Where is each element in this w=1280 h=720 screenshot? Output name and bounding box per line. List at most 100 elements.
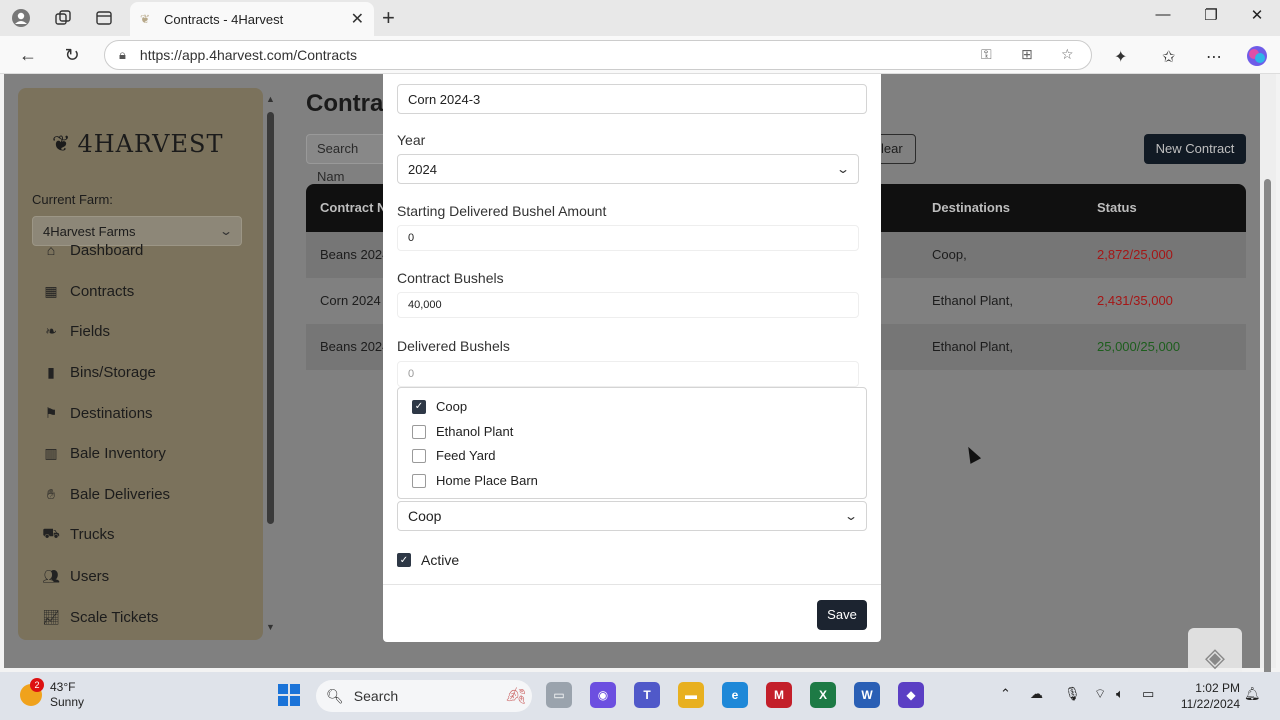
wifi-icon[interactable]: ⌔: [1094, 686, 1106, 702]
column-contract-name[interactable]: Contract N: [320, 200, 386, 215]
starting-bushel-value: 0: [408, 232, 415, 244]
contract-bushels-field[interactable]: 40,000: [397, 292, 859, 318]
sidebar-item-contracts[interactable]: ▦ Contracts: [40, 279, 134, 303]
destination-option-home-place-barn[interactable]: Home Place Barn: [412, 473, 538, 488]
destination-option-feed-yard[interactable]: Feed Yard: [412, 448, 496, 463]
excel-icon[interactable]: X: [810, 682, 836, 708]
checkbox-checked-icon[interactable]: ✓: [397, 553, 411, 567]
scroll-up-icon[interactable]: ▲: [266, 94, 275, 104]
starting-bushel-label: Starting Delivered Bushel Amount: [397, 203, 607, 219]
word-icon[interactable]: W: [854, 682, 880, 708]
url-field[interactable]: 🔒︎ https://app.4harvest.com/Contracts ⚿ …: [104, 40, 1092, 70]
starting-bushel-field[interactable]: 0: [397, 225, 859, 251]
page-content: ❦ 4HARVEST Current Farm: 4Harvest Farms …: [4, 74, 1260, 668]
sidebar-item-label: Bale Deliveries: [70, 485, 171, 503]
active-checkbox-row[interactable]: ✓ Active: [397, 552, 459, 568]
show-hidden-icons-icon[interactable]: ⌃: [1000, 686, 1011, 702]
taskbar-search[interactable]: 🔍︎ Search 🍂︎: [316, 680, 532, 712]
close-window-icon[interactable]: ✕: [1242, 6, 1272, 24]
close-tab-icon[interactable]: ✕: [351, 9, 364, 29]
autumn-leaves-icon: 🍂︎: [505, 688, 526, 705]
row-contract-name: Beans 2024: [320, 247, 390, 262]
checkbox-unchecked-icon[interactable]: [412, 448, 426, 463]
refresh-icon[interactable]: ↻: [60, 44, 84, 66]
task-view-icon[interactable]: ▭: [546, 682, 572, 708]
sidebar-item-users[interactable]: 👥︎ Users: [40, 564, 109, 588]
clear-button[interactable]: lear: [876, 134, 916, 164]
checkbox-unchecked-icon[interactable]: [412, 473, 426, 488]
sidebar-item-label: Scale Tickets: [70, 608, 159, 626]
mcafee-icon[interactable]: M: [766, 682, 792, 708]
extensions-icon[interactable]: ✦: [1114, 47, 1127, 67]
new-contract-button[interactable]: New Contract: [1144, 134, 1246, 164]
destinations-select[interactable]: Coop ⌄: [397, 501, 867, 531]
destination-option-ethanol-plant[interactable]: Ethanol Plant: [412, 424, 513, 439]
more-menu-icon[interactable]: ⋯: [1206, 47, 1222, 67]
modal-footer-divider: [383, 584, 881, 585]
sidebar-item-scale-tickets[interactable]: 📈︎ Scale Tickets: [40, 605, 158, 629]
sidebar-item-destinations[interactable]: ⚑ Destinations: [40, 401, 153, 425]
restore-icon[interactable]: ❐: [1196, 6, 1226, 24]
sidebar-item-fields[interactable]: ❧ Fields: [40, 319, 110, 343]
screen-recorder-icon[interactable]: ◆: [898, 682, 924, 708]
volume-icon[interactable]: 🔈︎: [1116, 686, 1124, 702]
current-farm-label: Current Farm:: [32, 192, 113, 207]
clock[interactable]: 1:02 PM 11/22/2024: [1176, 680, 1240, 712]
profile-icon[interactable]: [8, 6, 34, 30]
weather-widget[interactable]: 2 43°F Sunny: [20, 678, 84, 710]
file-explorer-icon[interactable]: ▬: [678, 682, 704, 708]
back-icon[interactable]: ←: [16, 44, 40, 66]
favorites-icon[interactable]: ✩: [1162, 47, 1175, 67]
scroll-down-icon[interactable]: ▼: [266, 622, 275, 632]
contract-name-value: Corn 2024-3: [408, 91, 481, 107]
column-status[interactable]: Status: [1097, 200, 1137, 215]
copilot-icon[interactable]: [1246, 45, 1268, 72]
microphone-icon[interactable]: 🎙︎: [1064, 686, 1081, 702]
sidebar-item-trucks[interactable]: ⛟ Trucks: [40, 522, 114, 546]
contract-name-field[interactable]: Corn 2024-3: [397, 84, 867, 114]
sidebar-item-bale-deliveries[interactable]: ✋︎ Bale Deliveries: [40, 482, 170, 506]
delivered-bushels-field[interactable]: 0: [397, 361, 859, 387]
start-button[interactable]: [278, 684, 300, 706]
checkbox-checked-icon[interactable]: ✓: [412, 399, 426, 414]
notifications-bell-icon[interactable]: 🔔︎: [1244, 686, 1261, 702]
building-icon: ▥: [44, 444, 58, 461]
destinations-dropdown-list: ✓ Coop Ethanol Plant Feed Yard Home Plac…: [397, 387, 867, 499]
edge-icon[interactable]: e: [722, 682, 748, 708]
sidebar-scroll-thumb[interactable]: [267, 112, 274, 524]
sidebar-item-dashboard[interactable]: ⌂ Dashboard: [40, 238, 144, 262]
sidebar-item-label: Fields: [70, 322, 111, 340]
teams-icon[interactable]: T: [634, 682, 660, 708]
year-value: 2024: [408, 161, 437, 177]
sidebar-item-label: Destinations: [70, 404, 153, 422]
row-contract-name: Corn 2024: [320, 293, 381, 308]
sidebar-scrollbar[interactable]: ▲ ▼: [264, 92, 278, 634]
battery-icon[interactable]: ▭: [1142, 686, 1154, 702]
page-scrollbar[interactable]: [1260, 74, 1276, 719]
minimize-icon[interactable]: —: [1148, 6, 1178, 23]
sidebar-item-bale-inventory[interactable]: ▥ Bale Inventory: [40, 441, 166, 465]
save-button[interactable]: Save: [817, 600, 867, 630]
sidebar-item-label: Trucks: [70, 525, 115, 543]
row-status: 25,000/25,000: [1097, 339, 1181, 354]
tab-contracts[interactable]: ❦ Contracts - 4Harvest ✕: [130, 2, 374, 36]
temperature: 43°F: [50, 680, 76, 694]
copilot-app-icon[interactable]: ◉: [590, 682, 616, 708]
sidebar-item-bins[interactable]: ▮ Bins/Storage: [40, 360, 156, 384]
users-icon: 👥︎: [42, 567, 60, 584]
onedrive-icon[interactable]: ☁: [1030, 686, 1043, 702]
favorite-star-icon[interactable]: ☆: [1061, 46, 1074, 63]
column-destinations[interactable]: Destinations: [932, 200, 1010, 215]
checkbox-unchecked-icon[interactable]: [412, 424, 426, 439]
hand-icon: ✋︎: [47, 485, 55, 502]
new-tab-icon[interactable]: +: [382, 5, 395, 31]
key-icon[interactable]: ⚿: [981, 46, 992, 63]
farm-select-value: 4Harvest Farms: [43, 223, 136, 239]
app-grid-icon[interactable]: ⊞: [1021, 46, 1033, 63]
year-select[interactable]: 2024 ⌄: [397, 154, 859, 184]
row-destinations: Ethanol Plant,: [932, 339, 1013, 354]
page-scroll-thumb[interactable]: [1264, 179, 1271, 719]
tab-actions-icon[interactable]: [91, 6, 117, 30]
destination-option-coop[interactable]: ✓ Coop: [412, 399, 467, 414]
workspaces-icon[interactable]: [50, 6, 76, 30]
